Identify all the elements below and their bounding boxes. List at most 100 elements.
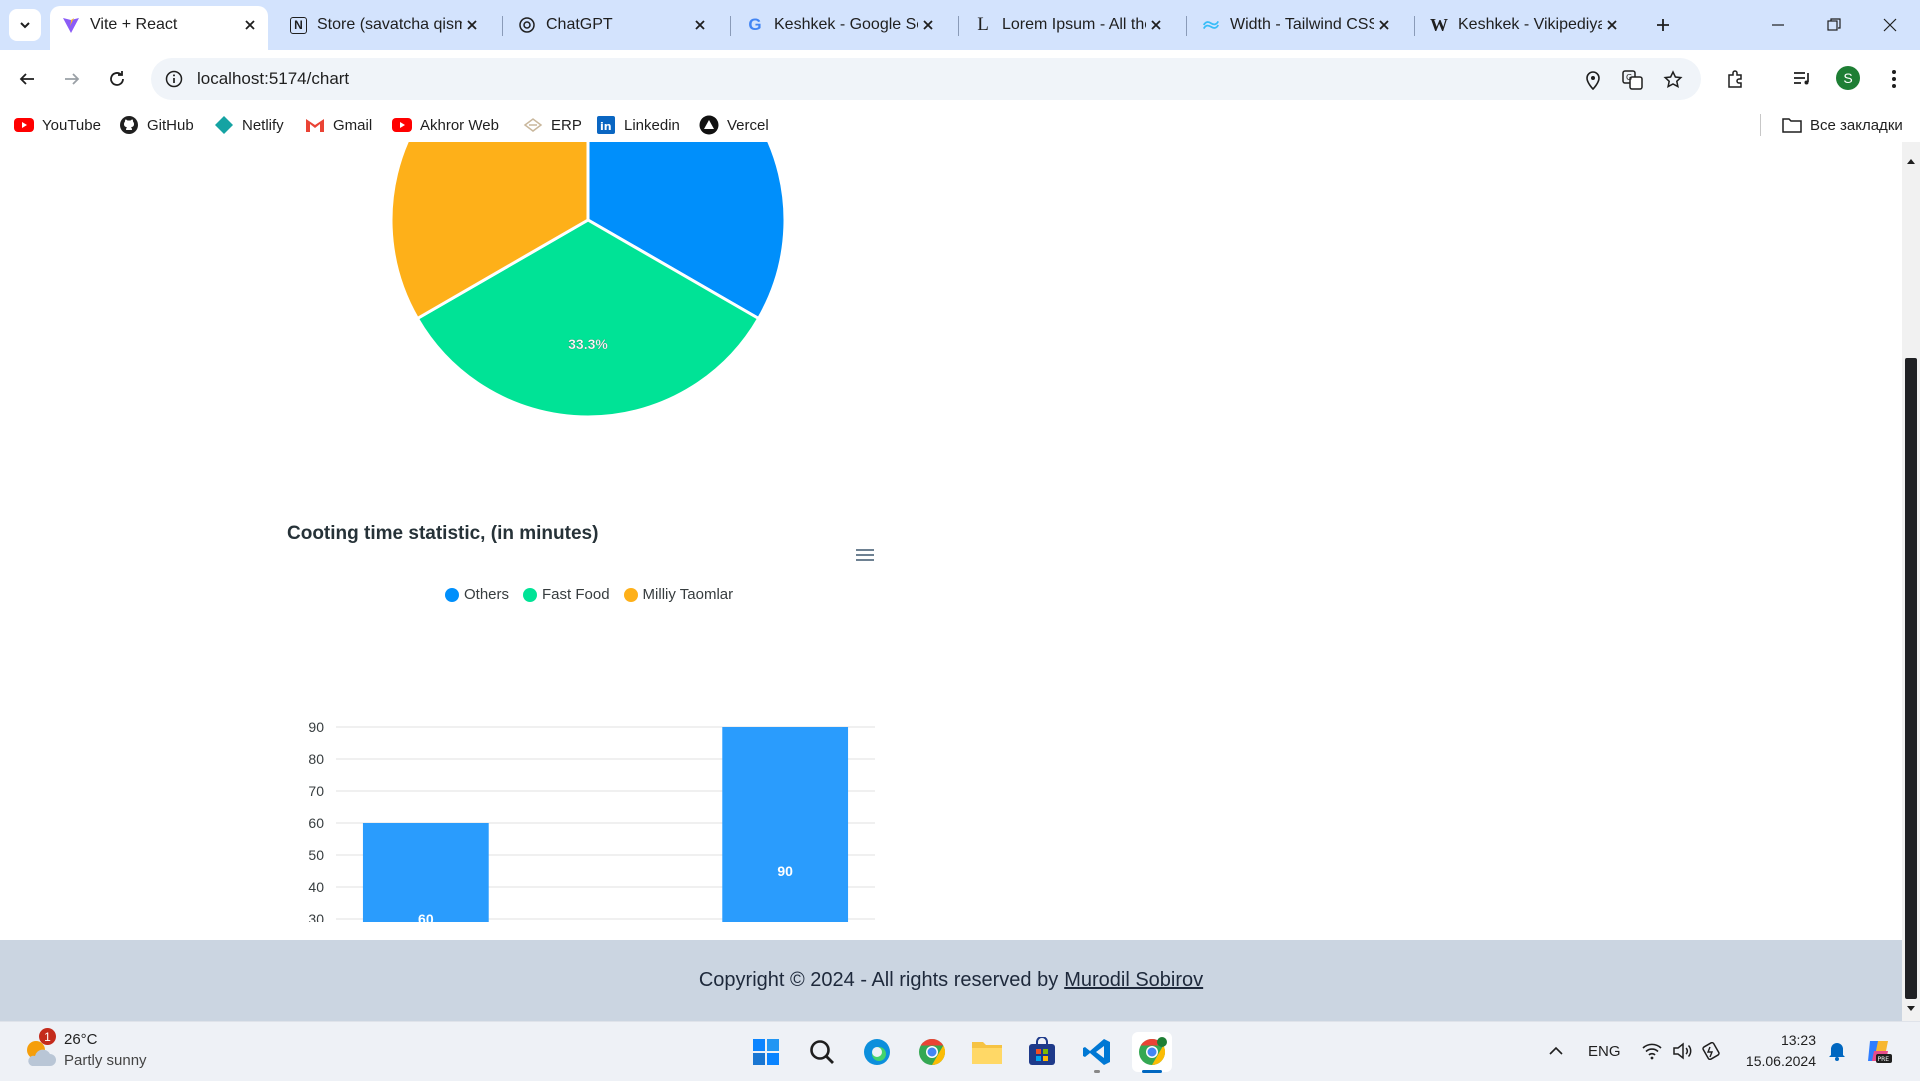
bar-chart-title: Cooting time statistic, (in minutes) — [287, 523, 599, 544]
tab-tailwind[interactable]: Width - Tailwind CSS — [1190, 6, 1402, 44]
bar-keshkek — [362, 823, 489, 922]
netlify-icon — [214, 115, 234, 135]
tab-separator — [958, 16, 959, 36]
minimize-icon — [1772, 24, 1784, 26]
all-bookmarks[interactable]: Все закладки — [1782, 113, 1903, 137]
taskbar-edge[interactable] — [857, 1032, 897, 1072]
close-icon[interactable] — [1374, 15, 1394, 35]
bookmark-linkedin[interactable]: in Linkedin — [596, 113, 680, 137]
author-link[interactable]: Murodil Sobirov — [1064, 969, 1203, 992]
star-icon[interactable] — [1661, 68, 1685, 92]
close-window-button[interactable] — [1862, 0, 1918, 50]
clock-time[interactable]: 13:23 — [1742, 1032, 1816, 1048]
close-icon[interactable] — [240, 15, 260, 35]
copilot-icon: PRE — [1868, 1041, 1892, 1063]
back-button[interactable] — [9, 61, 45, 97]
taskbar-store[interactable] — [1022, 1032, 1062, 1072]
address-bar[interactable]: localhost:5174/chart G — [151, 58, 1701, 100]
page-content: 33.3% Others Fast Food Milliy Taomlar Co… — [0, 142, 1902, 1021]
notion-icon: N — [290, 16, 307, 34]
tab-separator — [1186, 16, 1187, 36]
scrollbar-thumb[interactable] — [1905, 358, 1917, 999]
taskbar-vscode[interactable] — [1077, 1032, 1117, 1073]
menu-kebab-icon[interactable] — [1880, 65, 1908, 93]
bookmark-vercel[interactable]: Vercel — [699, 113, 769, 137]
scroll-up-icon[interactable] — [1906, 156, 1916, 166]
store-icon — [1029, 1037, 1055, 1065]
vercel-icon — [699, 115, 719, 135]
translate-icon[interactable]: G — [1621, 68, 1645, 92]
forward-button[interactable] — [54, 61, 90, 97]
taskbar-chrome-profile[interactable] — [1132, 1032, 1172, 1073]
tab-store[interactable]: N Store (savatcha qismi) — [278, 6, 490, 44]
bookmark-github[interactable]: GitHub — [119, 113, 194, 137]
weather-temp: 26°C — [64, 1031, 98, 1048]
info-icon[interactable] — [161, 66, 187, 92]
bookmark-label: ERP — [551, 116, 582, 134]
plus-icon — [1657, 19, 1669, 31]
restore-button[interactable] — [1806, 0, 1862, 50]
bookmark-youtube[interactable]: YouTube — [14, 113, 101, 137]
taskbar-chrome[interactable] — [912, 1032, 952, 1072]
close-icon — [1883, 18, 1897, 32]
erp-icon — [523, 115, 543, 135]
url-text[interactable]: localhost:5174/chart — [197, 69, 349, 89]
volume-icon[interactable] — [1671, 1040, 1695, 1062]
close-icon[interactable] — [1146, 15, 1166, 35]
svg-text:G: G — [1626, 73, 1632, 82]
battery-icon[interactable] — [1700, 1040, 1724, 1062]
location-icon[interactable] — [1581, 68, 1605, 92]
folder-icon — [1782, 115, 1802, 135]
bar-data-label: 60 — [418, 911, 434, 922]
tab-separator — [502, 16, 503, 36]
bookmark-label: YouTube — [42, 116, 101, 134]
github-icon — [119, 115, 139, 135]
vscode-icon — [1083, 1039, 1110, 1065]
tab-title: Width - Tailwind CSS — [1230, 16, 1374, 33]
tab-chatgpt[interactable]: ChatGPT — [506, 6, 718, 44]
copilot-button[interactable]: PRE — [1864, 1036, 1894, 1066]
extensions-icon[interactable] — [1722, 65, 1750, 93]
pie-data-label: 33.3% — [568, 336, 608, 352]
close-icon[interactable] — [918, 15, 938, 35]
media-control-icon[interactable] — [1788, 65, 1816, 93]
y-tick-label: 50 — [308, 847, 324, 863]
close-icon[interactable] — [1602, 15, 1622, 35]
tab-google-search[interactable]: G Keshkek - Google Search — [734, 6, 946, 44]
tab-separator — [730, 16, 731, 36]
bar-chart: 010203040506070809060Keshkek15Gamburger9… — [308, 719, 875, 922]
close-icon[interactable] — [462, 15, 482, 35]
bookmark-gmail[interactable]: Gmail — [305, 113, 372, 137]
taskbar-file-explorer[interactable] — [967, 1032, 1007, 1072]
tab-lorem-ipsum[interactable]: L Lorem Ipsum - All the facts — [962, 6, 1174, 44]
weather-badge: 1 — [39, 1028, 56, 1045]
clock-date[interactable]: 15.06.2024 — [1742, 1053, 1816, 1069]
tab-search-button[interactable] — [9, 9, 41, 41]
language-indicator[interactable]: ENG — [1588, 1040, 1621, 1062]
y-tick-label: 60 — [308, 815, 324, 831]
wifi-icon[interactable] — [1640, 1040, 1664, 1062]
minimize-button[interactable] — [1750, 0, 1806, 50]
tab-title: Vite + React — [90, 16, 178, 33]
bookmark-label: Все закладки — [1810, 116, 1903, 134]
new-tab-button[interactable] — [1648, 10, 1678, 40]
close-icon[interactable] — [690, 15, 710, 35]
bookmark-akhror-web[interactable]: Akhror Web — [392, 113, 499, 137]
scroll-down-icon[interactable] — [1906, 1004, 1916, 1014]
show-hidden-icons-button[interactable] — [1546, 1040, 1566, 1062]
chevron-down-icon — [20, 22, 30, 29]
page-scrollbar[interactable] — [1902, 142, 1920, 1021]
bookmark-erp[interactable]: ERP — [523, 113, 582, 137]
avatar[interactable]: S — [1836, 66, 1860, 90]
weather-widget[interactable]: 1 — [20, 1028, 60, 1070]
tab-title: Lorem Ipsum - All the facts — [1002, 16, 1146, 33]
reload-button[interactable] — [99, 61, 135, 97]
tab-wikipedia[interactable]: W Keshkek - Vikipediya — [1418, 6, 1630, 44]
tab-strip: Vite + React N Store (savatcha qismi) Ch… — [0, 0, 1920, 50]
notifications-button[interactable] — [1826, 1040, 1848, 1062]
bookmark-netlify[interactable]: Netlify — [214, 113, 284, 137]
search-button[interactable] — [802, 1032, 842, 1072]
chrome-icon — [1139, 1037, 1167, 1066]
start-button[interactable] — [746, 1032, 786, 1072]
tab-vite-react[interactable]: Vite + React — [50, 6, 268, 50]
